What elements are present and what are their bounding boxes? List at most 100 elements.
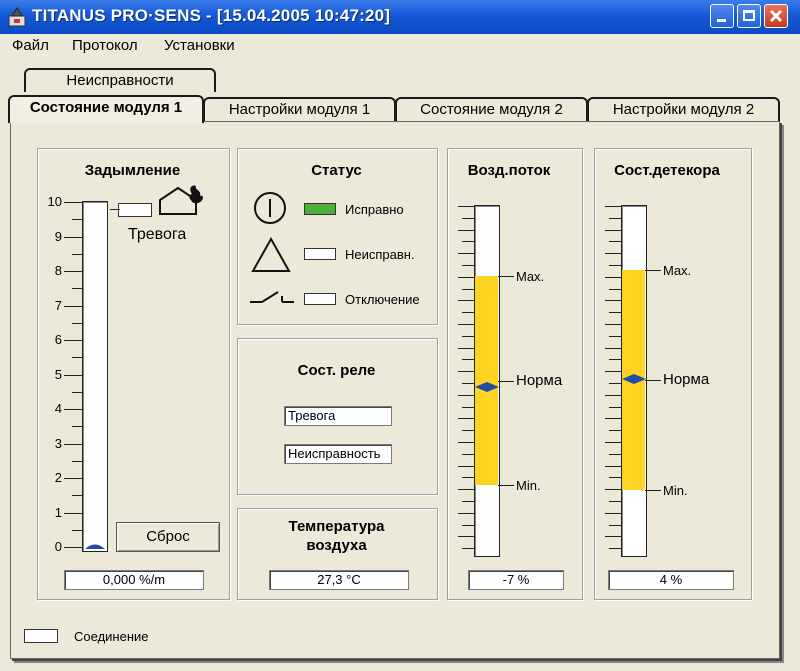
airflow-scale-tick xyxy=(458,394,474,396)
airflow-scale-tick xyxy=(462,265,474,266)
airflow-scale-tick xyxy=(458,253,474,255)
airflow-scale-tick xyxy=(458,324,474,325)
smoke-level-marker xyxy=(85,544,105,549)
tab-module2-status[interactable]: Состояние модуля 2 xyxy=(395,97,588,121)
temperature-readout: 27,3 °C xyxy=(269,570,409,590)
smoke-scale-minor-tick xyxy=(72,529,82,531)
airflow-scale-tick xyxy=(462,217,474,219)
smoke-scale-label: 7 xyxy=(54,297,62,313)
detector-scale-tick xyxy=(605,206,621,207)
smoke-scale-tick xyxy=(64,478,82,479)
switch-off-icon xyxy=(250,291,294,303)
detector-scale-tick xyxy=(605,394,621,396)
disable-indicator xyxy=(304,293,336,305)
airflow-scale-tick xyxy=(458,489,474,491)
smoke-scale-minor-tick xyxy=(72,253,82,255)
fire-house-icon xyxy=(159,185,203,215)
detector-level-marker xyxy=(622,374,646,384)
relay-alarm-field: Тревога xyxy=(284,406,392,426)
smoke-scale-minor-tick xyxy=(72,426,82,428)
detector-scale-tick xyxy=(609,477,621,479)
airflow-scale-tick xyxy=(458,442,474,443)
status-title: Статус xyxy=(311,162,362,179)
airflow-title: Возд.поток xyxy=(467,162,551,179)
fault-indicator xyxy=(304,248,336,260)
detector-scale-tick xyxy=(605,276,621,278)
detector-scale-tick xyxy=(609,453,621,455)
airflow-scale xyxy=(456,200,476,560)
detector-scale-tick xyxy=(605,489,621,491)
detector-scale-tick xyxy=(605,465,621,467)
airflow-scale-tick xyxy=(462,312,474,314)
detector-max-label: Max. xyxy=(663,263,692,278)
detector-scale-tick xyxy=(605,300,621,302)
smoke-scale-minor-tick xyxy=(72,219,82,221)
airflow-readout: -7 % xyxy=(468,570,564,590)
menu-protocol[interactable]: Протокол xyxy=(72,37,138,54)
tab-module1-status[interactable]: Состояние модуля 1 xyxy=(8,95,204,123)
detector-min-tick xyxy=(645,490,661,491)
detector-scale-tick xyxy=(609,501,621,502)
relay-title: Сост. реле xyxy=(297,362,376,379)
menu-settings[interactable]: Установки xyxy=(164,37,235,54)
detector-norm-label: Норма xyxy=(663,371,710,388)
detector-scale-tick xyxy=(609,312,621,314)
smoke-readout: 0,000 %/m xyxy=(64,570,204,590)
detector-scale-tick xyxy=(605,442,621,443)
airflow-scale-tick xyxy=(462,453,474,455)
title-bar[interactable]: TITANUS PRO·SENS - [15.04.2005 10:47:20] xyxy=(0,0,800,34)
airflow-scale-tick xyxy=(458,347,474,349)
detector-min-label: Min. xyxy=(663,483,688,498)
smoke-scale-label: 6 xyxy=(54,332,62,347)
detector-scale-tick xyxy=(605,512,621,514)
smoke-scale-label: 8 xyxy=(54,263,62,278)
airflow-max-label: Max. xyxy=(516,269,545,284)
airflow-scale-tick xyxy=(462,548,474,550)
detector-scale-tick xyxy=(605,418,621,420)
airflow-scale-tick xyxy=(462,524,474,526)
airflow-scale-tick xyxy=(462,241,474,243)
detector-scale xyxy=(603,200,623,560)
tab-module1-settings[interactable]: Настройки модуля 1 xyxy=(203,97,396,121)
detector-scale-tick xyxy=(609,288,621,290)
tab-module2-settings[interactable]: Настройки модуля 2 xyxy=(587,97,780,121)
status-ok-label: Исправно xyxy=(345,202,404,217)
detector-scale-tick xyxy=(609,241,621,243)
airflow-scale-tick xyxy=(458,276,474,278)
tab-faults[interactable]: Неисправности xyxy=(24,68,216,92)
smoke-scale-tick xyxy=(64,443,82,445)
airflow-scale-tick xyxy=(458,300,474,302)
minimize-button[interactable] xyxy=(710,4,734,28)
airflow-scale-tick xyxy=(462,383,474,384)
airflow-scale-tick xyxy=(462,430,474,432)
detector-scale-tick xyxy=(609,217,621,219)
status-disable-label: Отключение xyxy=(345,292,420,307)
smoke-scale-tick xyxy=(64,305,82,307)
smoke-scale-minor-tick xyxy=(72,357,82,359)
airflow-norm-tick xyxy=(498,381,514,382)
smoke-scale-label: 3 xyxy=(54,435,62,451)
close-button[interactable] xyxy=(764,4,788,28)
reset-button[interactable]: Сброс xyxy=(116,522,220,552)
smoke-scale-label: 2 xyxy=(54,470,62,485)
app-icon[interactable] xyxy=(8,7,26,27)
smoke-scale-tick xyxy=(64,236,82,238)
smoke-scale-label: 5 xyxy=(54,366,62,382)
detector-scale-tick xyxy=(605,347,621,349)
smoke-scale-tick xyxy=(64,340,82,341)
airflow-scale-tick xyxy=(458,206,474,207)
maximize-button[interactable] xyxy=(737,4,761,28)
airflow-min-label: Min. xyxy=(516,478,541,493)
detector-scale-tick xyxy=(609,548,621,550)
smoke-scale-label: 1 xyxy=(54,504,62,520)
menu-file[interactable]: Файл xyxy=(12,37,49,54)
detector-scale-tick xyxy=(609,265,621,266)
maximize-icon xyxy=(743,10,755,21)
detector-scale-tick xyxy=(605,253,621,255)
alarm-indicator xyxy=(118,203,152,217)
smoke-scale: 10 9 8 7 6 5 4 3 2 1 0 xyxy=(44,190,84,560)
airflow-norm-label: Норма xyxy=(516,372,563,389)
airflow-scale-tick xyxy=(458,536,474,538)
smoke-gauge xyxy=(82,201,108,552)
airflow-scale-tick xyxy=(462,335,474,337)
